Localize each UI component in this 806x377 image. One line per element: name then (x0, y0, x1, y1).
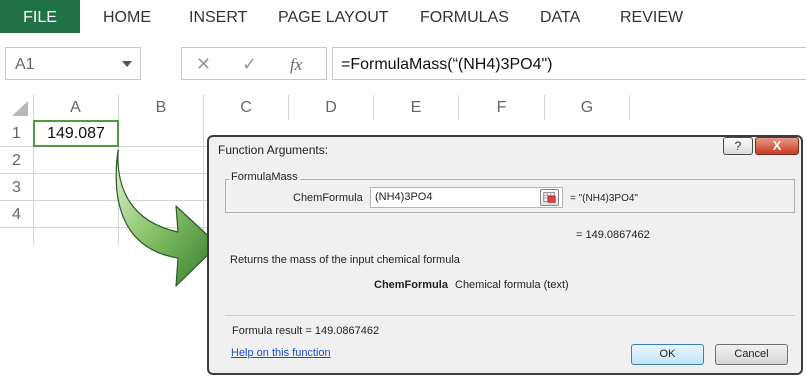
cell-a1[interactable]: 149.087 (33, 120, 119, 147)
cancel-button[interactable]: Cancel (715, 344, 788, 365)
name-box[interactable]: A1 (5, 47, 141, 80)
tab-page-layout[interactable]: PAGE LAYOUT (278, 0, 389, 33)
column-header-c[interactable]: C (204, 95, 289, 120)
function-arguments-dialog: Function Arguments: ? X FormulaMass Chem… (207, 135, 803, 375)
column-header-e[interactable]: E (374, 95, 459, 120)
divider (225, 315, 795, 316)
chemformula-value: (NH4)3PO4 (375, 191, 433, 203)
argument-evaluated-value: = "(NH4)3PO4" (570, 193, 638, 204)
chemformula-input[interactable]: (NH4)3PO4 (370, 187, 563, 208)
tab-review[interactable]: REVIEW (620, 0, 683, 33)
function-name: FormulaMass (229, 171, 300, 183)
tab-data[interactable]: DATA (540, 0, 580, 33)
row-header-2[interactable]: 2 (0, 147, 33, 174)
range-select-icon[interactable] (540, 189, 559, 206)
curved-arrow-icon (115, 149, 219, 287)
chevron-down-icon[interactable] (122, 61, 132, 67)
name-box-value: A1 (15, 56, 35, 73)
row-header-4[interactable]: 4 (0, 201, 33, 228)
row-header-3[interactable]: 3 (0, 174, 33, 201)
ribbon-tabs: FILE HOME INSERT PAGE LAYOUT FORMULAS DA… (0, 0, 806, 33)
formula-buttons: ✕ ✓ fx (181, 47, 327, 80)
x-icon[interactable]: ✕ (196, 48, 211, 81)
help-button[interactable]: ? (723, 137, 753, 155)
column-header-f[interactable]: F (459, 95, 545, 120)
argument-description: Chemical formula (text) (455, 279, 569, 291)
column-header-d[interactable]: D (289, 95, 374, 120)
help-link[interactable]: Help on this function (231, 347, 331, 359)
column-header-g[interactable]: G (545, 95, 630, 120)
row-header-1[interactable]: 1 (0, 120, 33, 147)
argument-description-name: ChemFormula (374, 279, 448, 291)
function-result-value: = 149.0867462 (576, 229, 650, 241)
grid-line (33, 95, 34, 245)
function-description: Returns the mass of the input chemical f… (230, 254, 460, 266)
close-button[interactable]: X (755, 137, 799, 155)
tab-insert[interactable]: INSERT (189, 0, 247, 33)
dialog-title: Function Arguments: (218, 143, 329, 157)
column-header-a[interactable]: A (33, 95, 119, 120)
ok-button[interactable]: OK (631, 344, 704, 365)
check-icon[interactable]: ✓ (242, 48, 257, 81)
formula-text: =FormulaMass(“(NH4)3PO4") (341, 56, 553, 73)
column-header-b[interactable]: B (119, 95, 204, 120)
argument-label: ChemFormula (293, 192, 363, 204)
tab-formulas[interactable]: FORMULAS (420, 0, 509, 33)
tab-home[interactable]: HOME (103, 0, 151, 33)
fx-icon[interactable]: fx (290, 48, 302, 81)
formula-input[interactable]: =FormulaMass(“(NH4)3PO4") (332, 47, 806, 80)
formula-result: Formula result = 149.0867462 (232, 325, 380, 337)
tab-file[interactable]: FILE (0, 0, 80, 33)
select-all-icon[interactable] (0, 95, 33, 120)
